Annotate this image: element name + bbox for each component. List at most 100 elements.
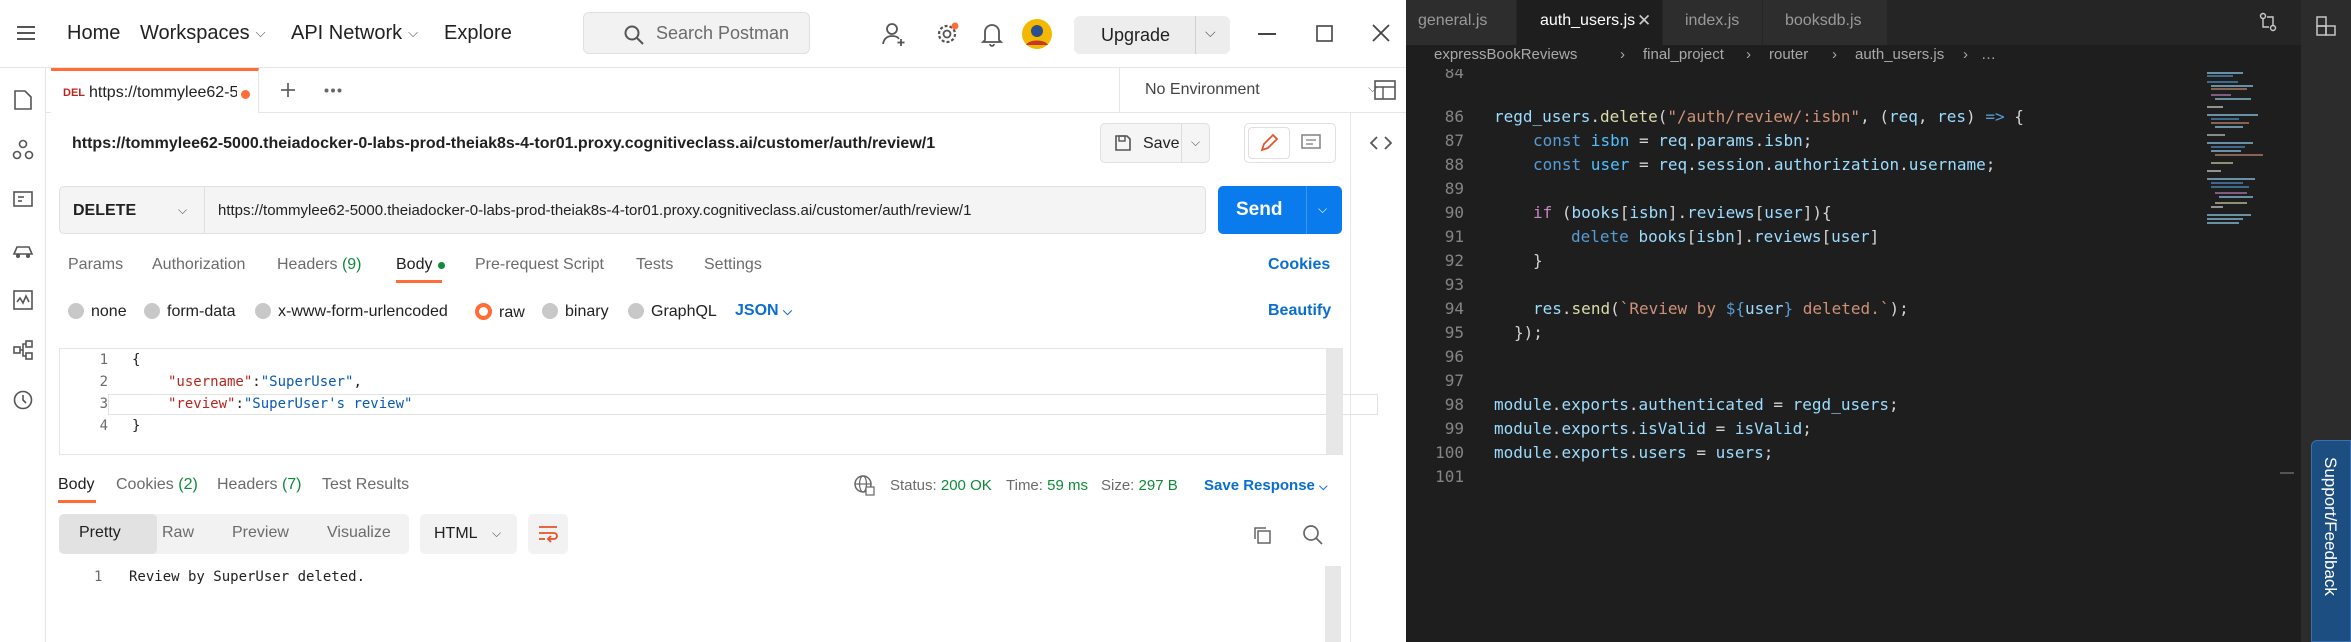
tab-authorization[interactable]: Authorization xyxy=(152,256,245,274)
line-number: 88 xyxy=(1444,155,1464,174)
settings-gear-icon[interactable] xyxy=(932,19,962,49)
collections-icon[interactable] xyxy=(11,88,35,112)
editor-scrollbar[interactable] xyxy=(1326,349,1342,454)
line-number: 84 xyxy=(1444,69,1464,82)
nav-explore[interactable]: Explore xyxy=(444,22,512,45)
body-type-binary[interactable]: binary xyxy=(542,303,609,321)
chevron-down-icon[interactable]: ⌵ xyxy=(1205,24,1216,41)
url-input[interactable]: https://tommylee62-5000.theiadocker-0-la… xyxy=(204,186,1206,234)
view-pretty[interactable]: Pretty xyxy=(79,524,121,542)
token: ${ xyxy=(1725,299,1745,318)
body-type-form-data[interactable]: form-data xyxy=(144,303,235,321)
copy-icon[interactable] xyxy=(1252,525,1272,545)
search-input[interactable]: Search Postman xyxy=(583,12,810,54)
response-tab-body[interactable]: Body xyxy=(58,476,94,494)
body-format-select[interactable]: JSON ⌵ xyxy=(735,302,792,320)
edit-pencil-icon[interactable] xyxy=(1259,133,1279,153)
nav-workspaces[interactable]: Workspaces ⌵ xyxy=(140,22,266,45)
view-visualize[interactable]: Visualize xyxy=(327,524,391,542)
response-tab-headers[interactable]: Headers (7) xyxy=(217,476,302,494)
apis-icon[interactable] xyxy=(11,138,35,162)
code-snippet-icon[interactable] xyxy=(1370,135,1392,151)
code-line-86: regd_users.delete("/auth/review/:isbn", … xyxy=(1494,107,2024,126)
tab-settings[interactable]: Settings xyxy=(704,256,762,274)
radio-icon xyxy=(542,303,558,319)
edit-doc-toggle[interactable] xyxy=(1244,123,1336,163)
response-tab-test-results[interactable]: Test Results xyxy=(322,476,409,494)
search-icon[interactable] xyxy=(1302,524,1323,545)
cookies-link[interactable]: Cookies xyxy=(1268,256,1330,274)
line-number: 99 xyxy=(1444,419,1464,438)
view-raw[interactable]: Raw xyxy=(162,524,194,542)
more-options-icon[interactable] xyxy=(324,88,342,93)
request-body-editor[interactable]: 1 { 2 "username":"SuperUser", 3 "review"… xyxy=(59,348,1378,455)
response-tab-cookies[interactable]: Cookies (2) xyxy=(116,476,198,494)
editor-tab-general-js[interactable]: general.js xyxy=(1406,0,1516,45)
json-key: "review" xyxy=(168,396,236,412)
breadcrumb-item[interactable]: final_project xyxy=(1643,46,1724,63)
save-response-button[interactable]: Save Response ⌵ xyxy=(1204,477,1327,494)
editor-tab-index-js[interactable]: index.js xyxy=(1663,0,1762,45)
new-tab-plus-icon[interactable] xyxy=(280,82,296,98)
chevron-down-icon[interactable]: ⌵ xyxy=(1191,135,1200,150)
tab-body[interactable]: Body xyxy=(396,256,445,274)
comment-icon[interactable] xyxy=(1301,134,1321,152)
body-type-urlencoded-label: x-www-form-urlencoded xyxy=(278,303,448,320)
save-button[interactable]: Save ⌵ xyxy=(1100,123,1210,163)
menu-icon[interactable] xyxy=(17,26,35,40)
breadcrumb-item[interactable]: … xyxy=(1981,46,1996,63)
code-editor[interactable]: 84 86 87 88 89 90 91 92 93 94 95 96 97 9… xyxy=(1406,69,2266,642)
editor-tab-booksdb-js[interactable]: booksdb.js xyxy=(1763,0,1887,45)
environments-icon[interactable] xyxy=(11,188,35,212)
body-type-raw[interactable]: raw xyxy=(475,303,525,322)
minimap[interactable] xyxy=(2203,69,2273,299)
editor-tab-label: auth_users.js xyxy=(1540,12,1636,29)
tab-headers[interactable]: Headers (9) xyxy=(277,256,362,274)
method-label: DELETE xyxy=(73,202,137,219)
body-type-none[interactable]: none xyxy=(68,303,127,321)
tab-tests[interactable]: Tests xyxy=(636,256,673,274)
token: = xyxy=(1686,443,1716,462)
method-select[interactable]: DELETE ⌵ xyxy=(59,186,204,234)
token: "/auth/review/:isbn" xyxy=(1667,107,1861,126)
upgrade-button[interactable]: Upgrade ⌵ xyxy=(1074,16,1230,54)
environment-quick-look-icon[interactable] xyxy=(1374,80,1396,100)
notification-bell-icon[interactable] xyxy=(977,19,1007,49)
beautify-link[interactable]: Beautify xyxy=(1268,302,1331,320)
close-icon[interactable] xyxy=(1372,24,1390,42)
body-type-graphql[interactable]: GraphQL xyxy=(628,303,717,321)
nav-api-network[interactable]: API Network ⌵ xyxy=(291,22,418,45)
globe-network-icon[interactable] xyxy=(853,474,875,496)
history-icon[interactable] xyxy=(11,388,35,412)
close-tab-icon[interactable]: ✕ xyxy=(1637,11,1651,31)
wrap-lines-button[interactable] xyxy=(528,514,568,554)
send-button[interactable]: Send ⌵ xyxy=(1218,186,1342,234)
breadcrumb-item[interactable]: expressBookReviews xyxy=(1434,46,1577,63)
token: authorization xyxy=(1773,155,1900,174)
request-tab[interactable]: DEL https://tommylee62-5000 xyxy=(51,68,259,113)
breadcrumb-item[interactable]: router xyxy=(1769,46,1808,63)
body-type-urlencoded[interactable]: x-www-form-urlencoded xyxy=(255,303,448,321)
compare-changes-icon[interactable] xyxy=(2258,12,2278,32)
minimize-icon[interactable] xyxy=(1258,33,1276,35)
response-format-select[interactable]: HTML ⌵ xyxy=(420,514,517,554)
breadcrumb-item[interactable]: auth_users.js xyxy=(1855,46,1944,63)
mock-servers-icon[interactable] xyxy=(11,238,35,262)
tab-params[interactable]: Params xyxy=(68,256,123,274)
maximize-icon[interactable] xyxy=(1316,25,1333,42)
view-preview[interactable]: Preview xyxy=(232,524,289,542)
response-scrollbar[interactable] xyxy=(1325,566,1341,642)
invite-user-icon[interactable] xyxy=(879,19,909,49)
tab-body-label: Body xyxy=(396,256,433,273)
tab-prerequest-script[interactable]: Pre-request Script xyxy=(475,256,604,274)
extensions-icon[interactable] xyxy=(2315,16,2337,38)
editor-tab-auth-users-js[interactable]: auth_users.js ✕ xyxy=(1517,0,1662,45)
support-feedback-button[interactable]: Support/Feedback xyxy=(2311,440,2351,642)
chevron-down-icon[interactable]: ⌵ xyxy=(1318,202,1327,217)
nav-home[interactable]: Home xyxy=(67,22,120,45)
monitors-icon[interactable] xyxy=(11,288,35,312)
avatar[interactable] xyxy=(1021,18,1053,50)
flows-icon[interactable] xyxy=(11,338,35,362)
size-label: Size: xyxy=(1101,477,1135,494)
environment-selector[interactable]: No Environment ⌵ xyxy=(1119,68,1396,113)
